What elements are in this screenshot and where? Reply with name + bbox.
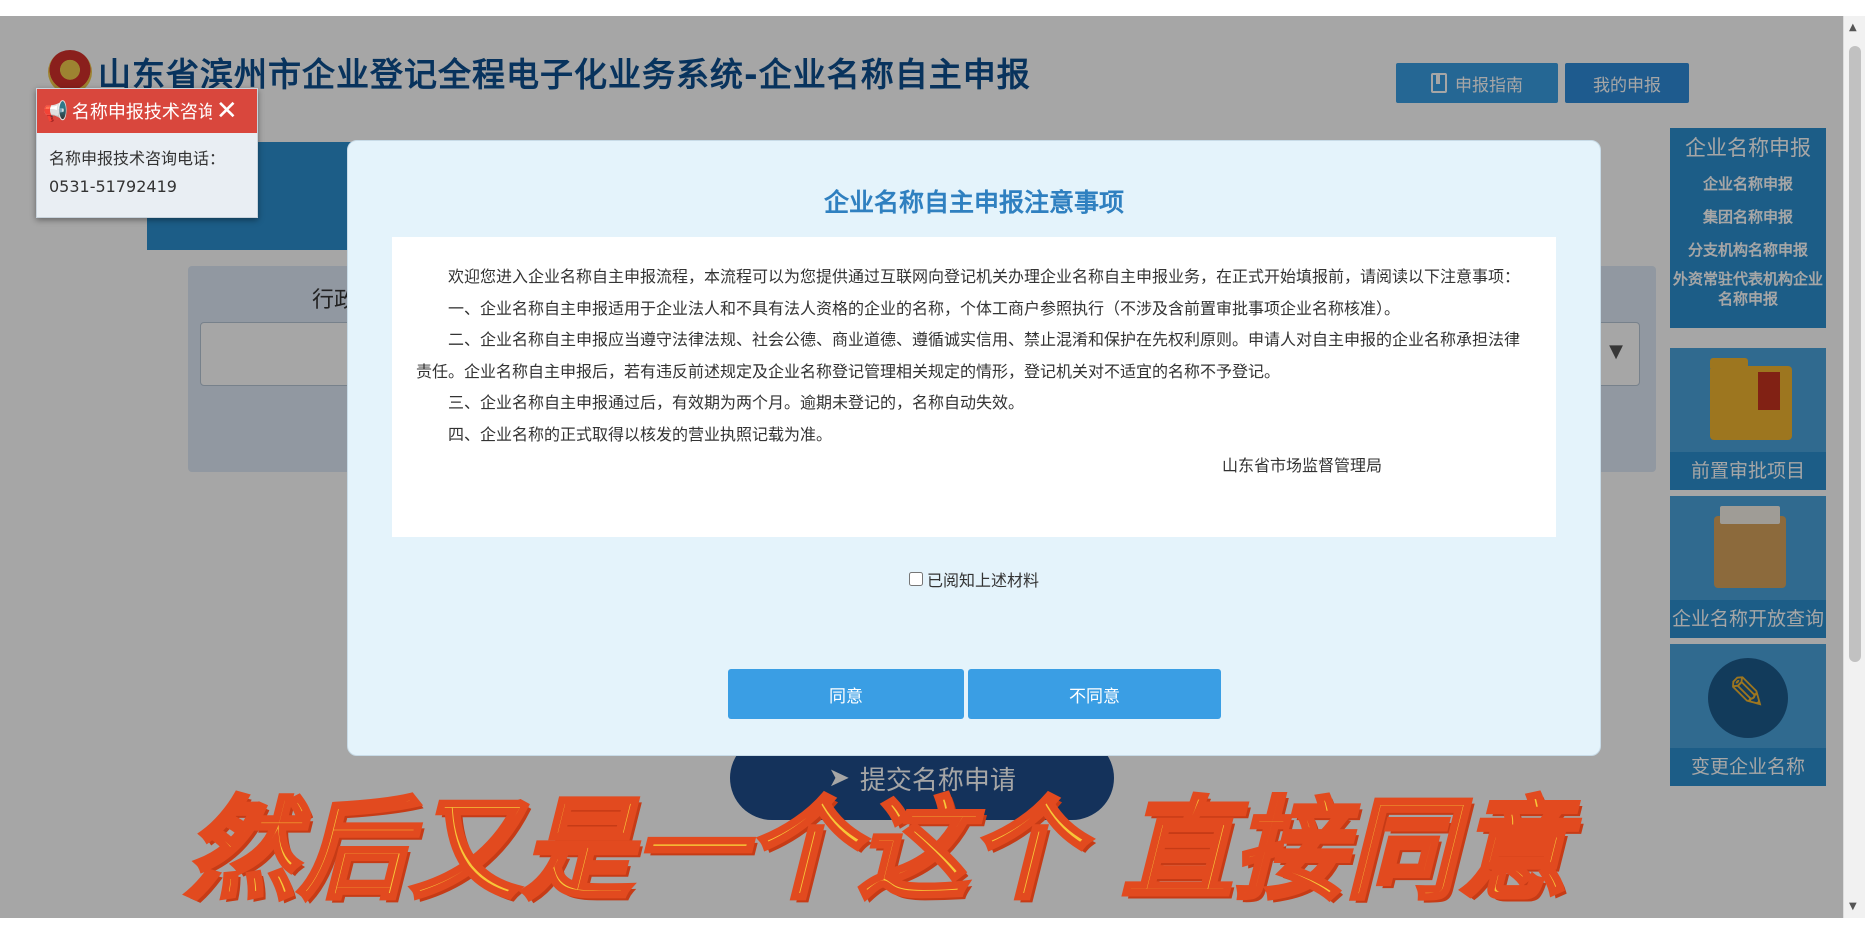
read-confirm-row[interactable]: 已阅知上述材料 [348,567,1600,591]
megaphone-icon: 📢 [43,99,68,123]
scroll-thumb[interactable] [1849,46,1861,662]
notice-paragraph: 一、企业名称自主申报适用于企业法人和不具有法人资格的企业的名称，个体工商户参照执… [448,298,1401,318]
scroll-up-icon[interactable]: ▲ [1849,22,1857,33]
modal-title: 企业名称自主申报注意事项 [823,188,1124,217]
consult-popup-header: 📢 名称申报技术咨询 ✕ [37,89,257,133]
consult-popup-body: 名称申报技术咨询电话： 0531-51792419 [37,133,257,201]
disagree-button[interactable]: 不同意 [968,669,1221,719]
notice-paragraph: 欢迎您进入企业名称自主申报流程，本流程可以为您提供通过互联网向登记机关办理企业名… [448,267,1521,286]
consult-popup-title: 名称申报技术咨询 [71,102,212,123]
notice-paragraph: 二、企业名称自主申报应当遵守法律法规、社会公德、商业道德、遵循诚实信用、禁止混淆… [416,330,1521,381]
agree-button[interactable]: 同意 [728,669,964,719]
notice-signature: 山东省市场监督管理局 [1221,456,1382,475]
consult-popup: 📢 名称申报技术咨询 ✕ 名称申报技术咨询电话： 0531-51792419 [36,88,258,218]
close-icon[interactable]: ✕ [216,98,238,124]
notice-content: 欢迎您进入企业名称自主申报流程，本流程可以为您提供通过互联网向登记机关办理企业名… [392,237,1556,537]
read-confirm-checkbox[interactable] [908,572,923,586]
notice-modal: 企业名称自主申报注意事项 欢迎您进入企业名称自主申报流程，本流程可以为您提供通过… [347,140,1601,756]
scroll-down-icon[interactable]: ▼ [1849,901,1857,912]
page-scrollbar[interactable]: ▲ ▼ [1843,16,1865,918]
consult-phone-number: 0531-51792419 [49,177,177,196]
consult-phone-label: 名称申报技术咨询电话： [49,149,226,168]
read-confirm-label: 已阅知上述材料 [926,571,1039,590]
video-subtitle: 然后又是一个这个 直接同意 [184,784,1571,916]
notice-paragraph: 三、企业名称自主申报通过后，有效期为两个月。逾期未登记的，名称自动失效。 [448,393,1025,412]
notice-paragraph: 四、企业名称的正式取得以核发的营业执照记载为准。 [448,424,833,444]
